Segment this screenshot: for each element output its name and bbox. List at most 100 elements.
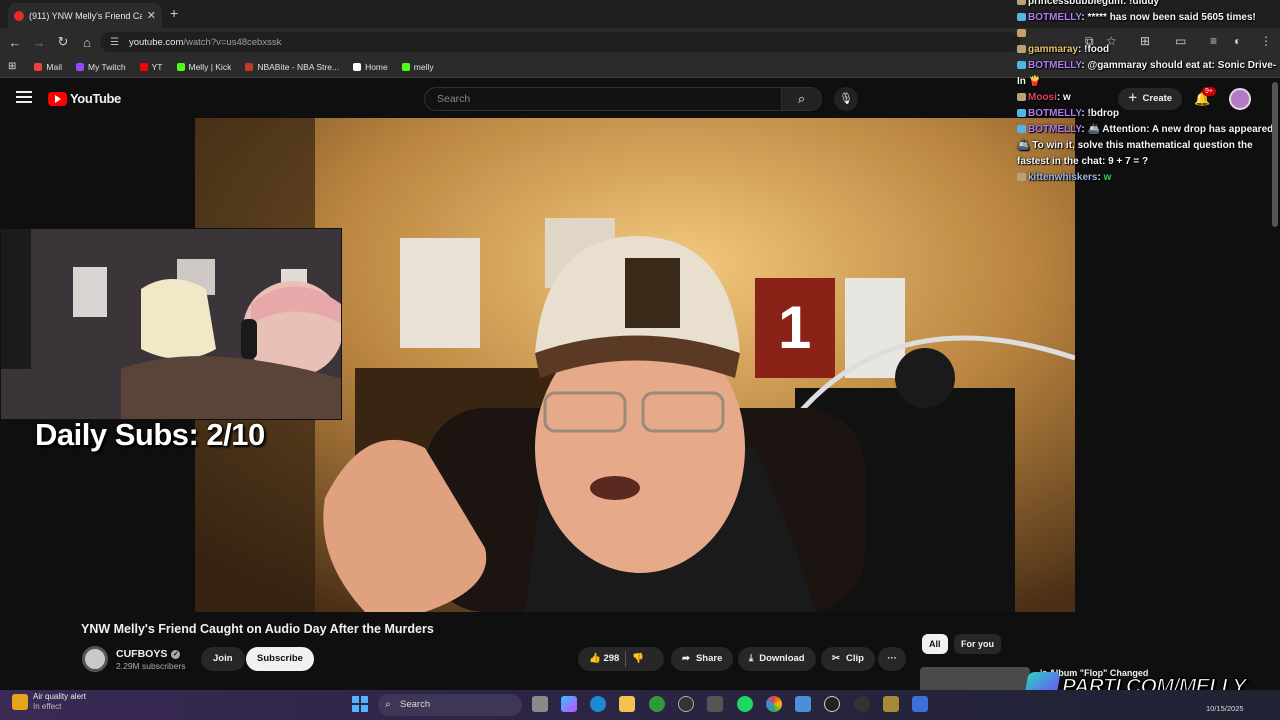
- tab-title: (911) YNW Melly's Friend Ca: [29, 10, 142, 21]
- bookmark-my-twitch[interactable]: My Twitch: [75, 61, 126, 72]
- page-scrollbar[interactable]: [1272, 82, 1278, 227]
- bookmark-mail[interactable]: Mail: [34, 62, 62, 72]
- air-quality-icon: [12, 694, 28, 710]
- forward-icon[interactable]: →: [27, 35, 51, 50]
- twitch-icon: [75, 62, 84, 71]
- microphone-icon[interactable]: 🎙: [834, 87, 858, 111]
- chat-text: : w: [1056, 92, 1071, 103]
- apps-grid-icon[interactable]: ⊞: [8, 61, 16, 72]
- weather-widget[interactable]: Air quality alert In effect: [12, 692, 86, 712]
- url-input[interactable]: ☰ youtube.com/watch?v=us48cebxssk: [100, 32, 1020, 52]
- join-button[interactable]: Join: [201, 647, 245, 671]
- edge-icon[interactable]: [590, 696, 606, 712]
- media-player-icon[interactable]: [824, 696, 840, 712]
- roblox-icon[interactable]: [912, 696, 928, 712]
- webcam-frame: [1, 229, 341, 419]
- spotify-icon[interactable]: [737, 696, 753, 712]
- youtube-logo[interactable]: YouTube: [48, 91, 121, 106]
- copilot-icon[interactable]: [561, 696, 577, 712]
- bookmark-label: My Twitch: [87, 61, 126, 72]
- clip-label: Clip: [845, 653, 864, 664]
- bookmark-label: melly: [413, 61, 434, 72]
- svg-text:1: 1: [778, 294, 811, 361]
- youtube-logo-text: YouTube: [70, 91, 121, 106]
- scissors-icon: ✂: [832, 653, 840, 664]
- chat-username[interactable]: Moosi: [1028, 92, 1057, 103]
- bookmark-label: NBABite - NBA Stre...: [257, 61, 340, 72]
- hamburger-menu-icon[interactable]: [16, 91, 32, 103]
- url-host: youtube.com: [128, 36, 184, 48]
- like-button[interactable]: 👍 298: [589, 647, 619, 671]
- chat-message: BOTMELLY: @gammaray should eat at: Sonic…: [1012, 58, 1280, 90]
- windows-start-icon[interactable]: [352, 696, 368, 712]
- chat-username[interactable]: princessbubblegum: [1028, 0, 1123, 7]
- chat-message: Moosi: w: [1012, 90, 1280, 106]
- nbabite-icon: [245, 62, 254, 71]
- clip-button[interactable]: ✂ Clip: [821, 647, 875, 671]
- webcam-overlay: [0, 228, 342, 420]
- taskbar-date: 10/15/2025: [1206, 704, 1244, 713]
- minecraft-icon[interactable]: [883, 696, 899, 712]
- bookmark-label: YT: [151, 61, 163, 72]
- chat-username[interactable]: BOTMELLY: [1028, 60, 1081, 71]
- chrome-icon[interactable]: [766, 696, 782, 712]
- bookmark-melly[interactable]: melly: [401, 61, 434, 72]
- close-tab-icon[interactable]: ✕: [147, 9, 156, 22]
- chip-all[interactable]: All: [922, 634, 948, 654]
- chat-badge-icon: [1017, 0, 1026, 5]
- task-view-icon[interactable]: [532, 696, 548, 712]
- chat-message: princessbubblegum: !diddy: [1012, 0, 1280, 10]
- search-icon: ⌕: [385, 699, 391, 710]
- chat-username[interactable]: BOTMELLY: [1028, 12, 1081, 23]
- chat-username[interactable]: BOTMELLY: [1028, 108, 1081, 119]
- like-count: 298: [603, 653, 620, 664]
- divider: [625, 651, 627, 667]
- back-icon[interactable]: ←: [3, 35, 27, 50]
- chat-message: BOTMELLY: ***** has now been said 5605 t…: [1012, 10, 1280, 26]
- taskbar-search[interactable]: ⌕ Search: [378, 694, 522, 716]
- bookmark-label: Home: [365, 61, 388, 72]
- channel-avatar[interactable]: [82, 646, 108, 672]
- download-button[interactable]: ⤓ Download: [738, 647, 816, 671]
- chat-overlay: princessbubblegum: !diddy BOTMELLY: *****…: [1012, 0, 1280, 194]
- chat-message: BOTMELLY: !bdrop: [1012, 106, 1280, 122]
- chat-badge-icon: [1017, 109, 1026, 117]
- photos-icon[interactable]: [795, 696, 811, 712]
- gmail-icon: [34, 62, 43, 71]
- channel-name[interactable]: CUFBOYS ✓: [116, 648, 181, 660]
- chat-badge-icon: [1017, 93, 1026, 101]
- like-dislike-group: 👍 298 👎: [578, 647, 664, 671]
- bookmark-home[interactable]: Home: [353, 62, 388, 72]
- url-path: /watch?v=us48cebxssk: [183, 36, 282, 48]
- search-input[interactable]: Search: [424, 87, 782, 111]
- reload-icon[interactable]: ↻: [51, 34, 75, 50]
- chat-username[interactable]: kittenwhiskers: [1028, 172, 1097, 183]
- bookmark-label: Melly | Kick: [188, 61, 232, 72]
- bookmark-yt[interactable]: YT: [139, 61, 163, 72]
- kick-icon: [401, 62, 410, 71]
- chat-badge-icon: [1017, 13, 1026, 21]
- subscribe-button[interactable]: Subscribe: [246, 647, 314, 671]
- obs-icon[interactable]: [854, 696, 870, 712]
- bookmark-nbabite[interactable]: NBABite - NBA Stre...: [245, 62, 339, 72]
- browser-tab[interactable]: (911) YNW Melly's Friend Ca ✕: [8, 3, 162, 28]
- more-actions-button[interactable]: ···: [878, 647, 906, 671]
- store-icon[interactable]: [707, 696, 723, 712]
- chat-message: BOTMELLY: 🚢 Attention: A new drop has ap…: [1012, 122, 1280, 170]
- home-icon[interactable]: ⌂: [75, 35, 99, 50]
- site-info-icon[interactable]: ☰: [110, 37, 119, 48]
- dislike-icon[interactable]: 👎: [632, 647, 644, 671]
- chat-text: : ***** has now been said 5605 times!: [1081, 12, 1256, 23]
- new-tab-button[interactable]: +: [170, 5, 178, 21]
- share-button[interactable]: ➦ Share: [671, 647, 734, 671]
- search-icon[interactable]: ⌕: [782, 87, 822, 111]
- xbox-icon[interactable]: [649, 696, 665, 712]
- share-icon: ➦: [682, 653, 690, 664]
- chat-message: [1012, 26, 1280, 42]
- chat-username[interactable]: gammaray: [1028, 44, 1078, 55]
- chip-for-you[interactable]: For you: [954, 634, 1001, 654]
- bookmark-melly-kick[interactable]: Melly | Kick: [176, 61, 232, 72]
- chat-username[interactable]: BOTMELLY: [1028, 124, 1081, 135]
- file-explorer-icon[interactable]: [619, 696, 635, 712]
- github-icon[interactable]: [678, 696, 694, 712]
